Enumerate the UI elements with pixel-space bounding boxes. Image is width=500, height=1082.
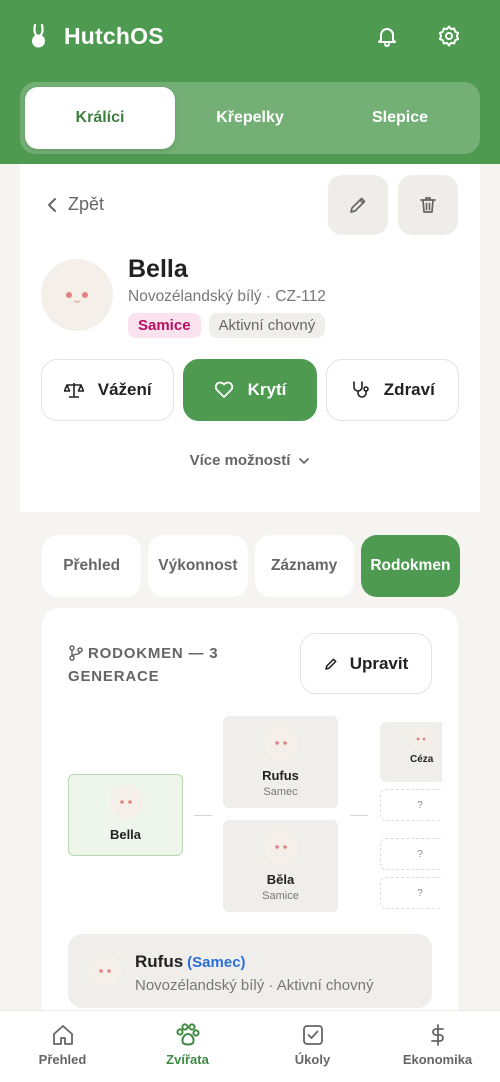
weigh-label: Vážení [97, 380, 152, 399]
tab-rodokmen[interactable]: Rodokmen [360, 535, 460, 597]
rabbit-face-icon [108, 785, 143, 819]
pedigree-empty-slot[interactable]: ? [380, 789, 442, 821]
pedigree-title-text: RODOKMEN — 3 GENERACE [68, 645, 219, 685]
back-label: Zpět [68, 194, 105, 214]
pedigree-edit-button[interactable]: Upravit [300, 633, 432, 694]
pedigree-edit-label: Upravit [349, 653, 409, 673]
tab-prehled[interactable]: Přehled [42, 535, 142, 597]
nav-label: Ekonomika [402, 1052, 473, 1067]
connector-line [194, 815, 212, 816]
nav-label: Úkoly [294, 1052, 331, 1067]
nav-ekonomika[interactable]: Ekonomika [375, 1011, 500, 1082]
scale-icon [63, 383, 84, 398]
ancestor-sex: (Samec) [187, 954, 246, 971]
node-name: Bella [109, 827, 142, 842]
node-name: Běla [266, 872, 295, 887]
dollar-icon [430, 1024, 444, 1046]
ancestor-name-text: Rufus [135, 952, 184, 971]
app-header: HutchOS Králíci Křepelky Slepice [0, 0, 500, 164]
node-name: Céza [410, 754, 434, 765]
nav-label: Přehled [38, 1052, 87, 1067]
paw-icon [175, 1023, 200, 1046]
delete-button[interactable] [398, 175, 458, 235]
breeding-label: Krytí [247, 380, 287, 399]
edit-button[interactable] [328, 175, 388, 235]
pedigree-empty-slot[interactable]: ? [380, 877, 442, 909]
animal-badges: Samice Aktivní chovný [128, 313, 326, 338]
pedigree-title: RODOKMEN — 3 GENERACE [68, 644, 268, 687]
more-options-toggle[interactable]: Více možností [20, 452, 480, 469]
home-icon [52, 1025, 73, 1045]
nav-zvirata[interactable]: Zvířata [125, 1011, 250, 1082]
tab-zaznamy[interactable]: Záznamy [254, 535, 354, 597]
rabbit-logo-icon [28, 22, 50, 50]
tab-krepelky[interactable]: Křepelky [175, 87, 325, 149]
pedigree-node-self[interactable]: Bella [68, 774, 183, 856]
nav-label: Zvířata [166, 1052, 209, 1067]
checkbox-icon [302, 1025, 323, 1045]
animal-avatar [41, 259, 113, 331]
rabbit-face-icon [263, 830, 298, 864]
selected-ancestor-description: Novozélandský bílý · Aktivní chovný [135, 977, 374, 994]
app-title: HutchOS [64, 22, 164, 49]
back-button[interactable]: Zpět [46, 194, 104, 215]
node-sex: Samec [263, 786, 298, 798]
branch-icon [68, 645, 84, 667]
detail-tabs: Přehled Výkonnost Záznamy Rodokmen [42, 535, 460, 597]
pencil-icon [324, 658, 337, 670]
status-badge: Aktivní chovný [208, 313, 326, 338]
animal-breed-id: Novozélandský bílý · CZ-112 [128, 288, 326, 305]
bottom-navigation: Přehled Zvířata Úkoly Ekonomika [0, 1010, 500, 1082]
tab-vykonnost[interactable]: Výkonnost [148, 535, 248, 597]
sex-badge: Samice [128, 313, 201, 338]
brand: HutchOS [28, 22, 164, 50]
node-sex: Samice [262, 890, 299, 902]
chevron-left-icon [48, 197, 56, 212]
rabbit-face-icon [263, 726, 298, 760]
stethoscope-icon [352, 381, 369, 398]
node-name: Rufus [262, 768, 299, 783]
health-label: Zdraví [383, 380, 435, 399]
animal-profile-card: Zpět Bella Novozélandský bílý · CZ-112 S… [20, 164, 480, 512]
pedigree-tree: Bella Rufus Samec Běla Samice Céza ? ? ? [68, 714, 442, 914]
breeding-button[interactable]: Krytí [183, 359, 317, 421]
pedigree-node-dam[interactable]: Běla Samice [223, 820, 338, 912]
tab-kralici[interactable]: Králíci [25, 87, 175, 149]
pedigree-empty-slot[interactable]: ? [380, 838, 442, 870]
weigh-button[interactable]: Vážení [41, 359, 175, 421]
rabbit-face-icon [66, 292, 88, 303]
quick-actions: Vážení Krytí Zdraví [41, 359, 459, 421]
more-options-label: Více možností [189, 452, 291, 469]
pedigree-node-sire[interactable]: Rufus Samec [223, 716, 338, 808]
nav-ukoly[interactable]: Úkoly [250, 1011, 375, 1082]
pencil-icon [350, 197, 366, 213]
rabbit-face-icon [88, 954, 122, 988]
pedigree-card: RODOKMEN — 3 GENERACE Upravit Bella Rufu… [42, 608, 458, 1028]
species-switcher: Králíci Křepelky Slepice [20, 82, 480, 154]
rabbit-face-icon [410, 728, 432, 750]
selected-ancestor-name: Rufus (Samec) [135, 952, 246, 972]
nav-prehled[interactable]: Přehled [0, 1011, 125, 1082]
connector-line [350, 815, 368, 816]
heart-icon [214, 381, 233, 398]
health-button[interactable]: Zdraví [325, 359, 459, 421]
gear-icon[interactable] [435, 22, 463, 50]
animal-name: Bella [128, 255, 188, 283]
trash-icon [420, 197, 436, 213]
chevron-down-icon [299, 457, 310, 464]
bell-icon[interactable] [373, 22, 401, 50]
selected-ancestor-detail[interactable]: Rufus (Samec) Novozélandský bílý · Aktivn… [68, 934, 432, 1008]
tab-slepice[interactable]: Slepice [325, 87, 475, 149]
pedigree-node-grandparent[interactable]: Céza [380, 722, 442, 782]
